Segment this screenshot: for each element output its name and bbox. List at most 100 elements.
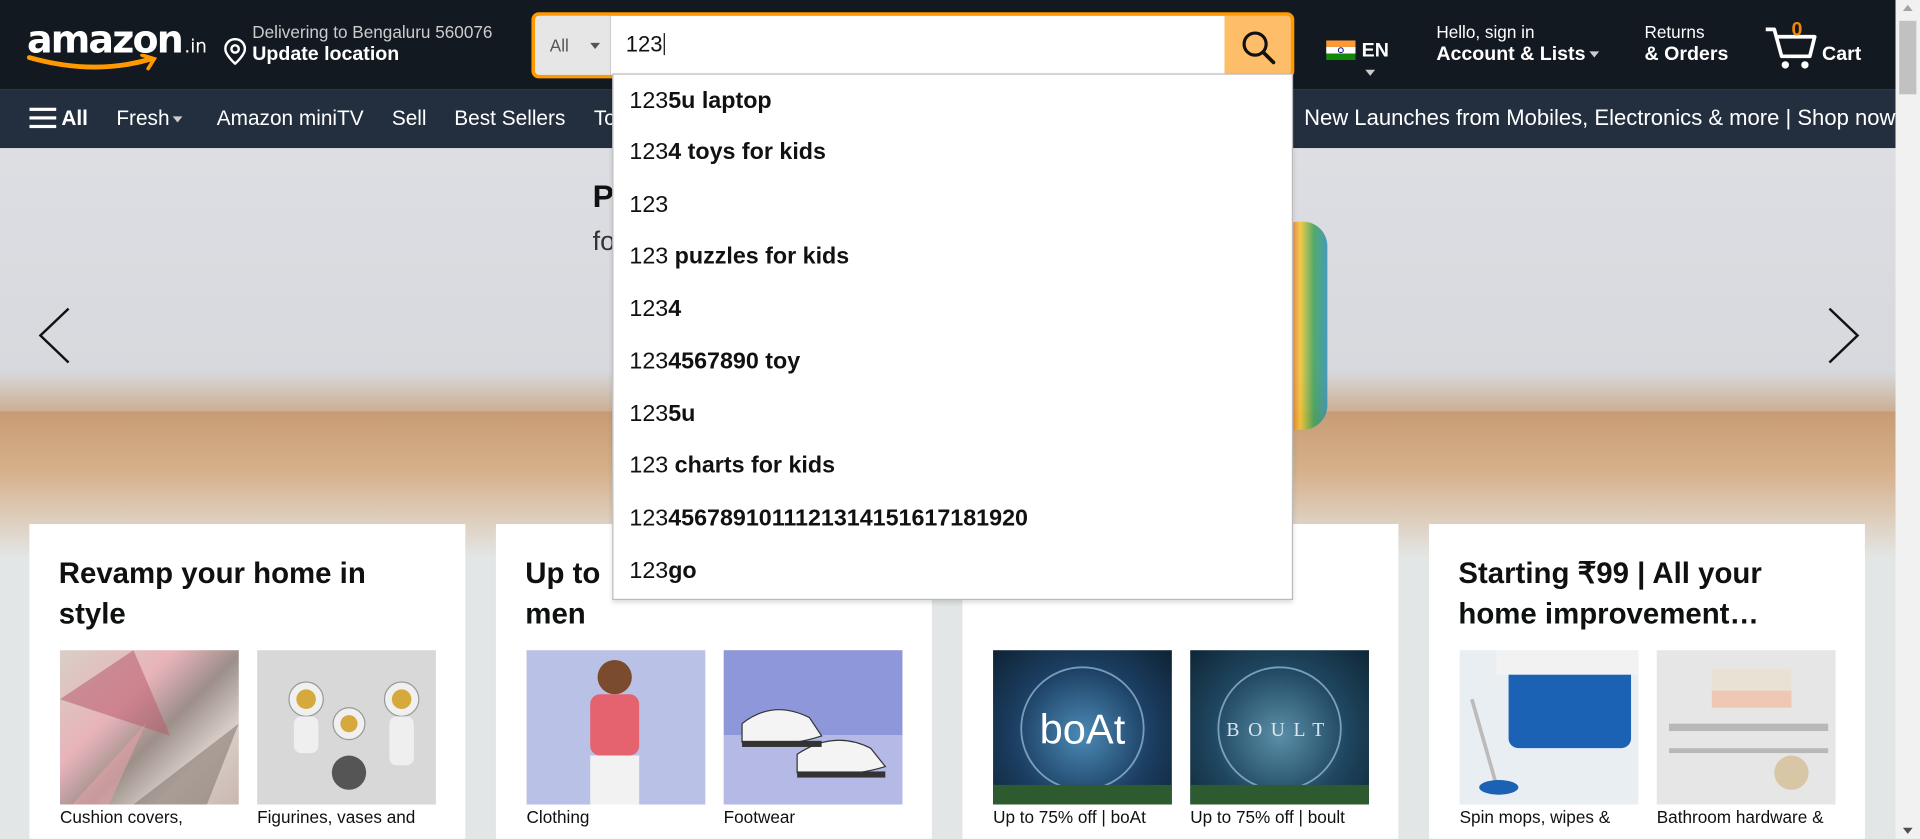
hero-headline: P [592,177,614,215]
tile-image-boat[interactable]: boAt [993,650,1172,805]
boult-brand-icon: BOULT [1190,666,1369,805]
suggestion-item[interactable]: 1234567891011121314151617181920 [613,492,1291,545]
amazon-logo[interactable]: amazon .in [26,17,207,76]
update-location-link[interactable]: Update location [252,44,399,66]
suggestion-completion: 4567890 toy [668,348,801,375]
suggestion-item[interactable]: 1234 [613,283,1291,336]
suggestion-prefix: 123 [629,192,669,218]
tile-label[interactable]: Cushion covers, [60,807,183,827]
card-title: Starting ₹99 | All your home improvement… [1458,557,1762,631]
suggestion-item[interactable]: 1234567890 toy [613,336,1291,389]
search-category-select[interactable]: All [535,15,612,75]
tile-image-mops[interactable] [1459,650,1639,805]
carousel-next-icon[interactable] [1825,306,1862,365]
boult-logo-text: BOULT [1226,720,1332,741]
nav-item-best-sellers[interactable]: Best Sellers [454,107,565,131]
india-flag-icon [1326,40,1356,61]
nav-item-label: Fresh [116,106,170,130]
chevron-down-icon [1589,51,1599,58]
card-home-revamp: Revamp your home in style Cushion covers… [29,524,466,839]
tile-image-cushion[interactable] [60,650,239,805]
nav-item-minitv[interactable]: Amazon miniTV [217,107,364,131]
tile-image-boult[interactable]: BOULT [1190,650,1369,805]
cart-icon [1765,27,1817,69]
text-cursor [663,33,665,56]
logo-suffix: .in [184,35,207,58]
page-scrollbar[interactable] [1895,0,1920,839]
tile-label[interactable]: Figurines, vases and [257,807,415,827]
suggestion-completion: puzzles for kids [668,243,850,270]
returns-orders-link[interactable]: Returns & Orders [1645,22,1729,66]
language-code: EN [1361,40,1389,62]
suggestion-prefix: 123 [629,558,669,585]
rug-pattern-icon [60,650,239,805]
suggestion-completion: 4567891011121314151617181920 [668,505,1028,532]
hamburger-icon [29,107,57,129]
orders-label: & Orders [1644,44,1729,65]
suggestion-prefix: 123 [629,505,669,532]
tile-image-figurines[interactable] [257,650,436,805]
chevron-down-icon [173,116,184,123]
towel-rack-icon [1668,668,1829,790]
scroll-up-icon[interactable] [1902,4,1913,12]
tile-label[interactable]: Spin mops, wipes & [1460,807,1611,827]
suggestion-completion: charts for kids [668,453,836,479]
suggestion-item[interactable]: 1234 toys for kids [613,126,1291,179]
cart-label: Cart [1822,44,1862,65]
suggestion-prefix: 123 [629,296,669,323]
suggestion-prefix: 123 [629,348,669,375]
suggestion-item[interactable]: 123 puzzles for kids [613,230,1291,283]
man-model-icon [590,660,640,805]
delivery-text: Delivering to Bengaluru 560076 [252,22,493,42]
all-menu-button[interactable]: All [29,105,88,131]
carousel-prev-icon[interactable] [37,306,74,365]
suggestion-item[interactable]: 123 charts for kids [613,440,1291,493]
boat-logo-text: boAt [1040,705,1126,752]
chevron-down-icon [1365,69,1376,76]
boat-brand-icon: boAt [993,666,1172,805]
scroll-down-icon[interactable] [1902,827,1913,834]
account-lists-menu[interactable]: Hello, sign in Account & Lists [1436,22,1599,66]
suggestion-completion: 4 [668,296,682,323]
suggestion-item[interactable]: 123go [613,545,1291,598]
cart-count: 0 [1791,19,1803,41]
nav-item-sell[interactable]: Sell [392,107,427,131]
search-icon [1242,31,1276,65]
tile-image-clothing[interactable] [526,650,706,805]
returns-label: Returns [1644,22,1705,42]
tile-label[interactable]: Up to 75% off | boult [1190,807,1345,827]
tile-label[interactable]: Clothing [527,807,590,827]
search-category-label: All [549,35,569,56]
suggestion-prefix: 123 [629,401,669,428]
suggestion-prefix: 123 [629,139,669,166]
card-home-improvement: Starting ₹99 | All your home improvement… [1428,524,1865,839]
tile-label[interactable]: Bathroom hardware & [1657,807,1824,827]
suggestion-prefix: 123 [629,243,669,270]
suggestion-item[interactable]: 123 [613,179,1291,232]
astronaut-figurine-icon [288,681,420,790]
chevron-down-icon [590,42,601,49]
search-input[interactable]: 123 [626,32,665,58]
tile-image-bathroom[interactable] [1656,650,1836,805]
card-title: Revamp your home in style [58,557,366,631]
account-label: Account & Lists [1436,44,1586,65]
suggestion-item[interactable]: 1235u [613,388,1291,441]
suggestion-prefix: 123 [629,453,669,479]
nav-item-fresh[interactable]: Fresh [116,106,184,131]
sneakers-icon [741,709,887,778]
tile-label[interactable]: Up to 75% off | boAt [993,807,1146,827]
suggestion-completion: go [668,558,697,585]
account-greeting: Hello, sign in [1436,22,1535,42]
tile-label[interactable]: Footwear [724,807,795,827]
tile-image-footwear[interactable] [723,650,903,805]
search-button[interactable] [1224,15,1291,75]
promo-banner-link[interactable]: New Launches from Mobiles, Electronics &… [1304,105,1895,131]
suggestion-prefix: 123 [629,88,669,114]
suggestion-completion: 4 toys for kids [668,139,826,166]
spin-mop-icon [1470,650,1639,795]
suggestion-item[interactable]: 1235u laptop [613,75,1291,128]
search-input-value: 123 [625,31,663,57]
cart-button[interactable]: 0 Cart [1763,17,1873,71]
search-bar: All 123 [531,12,1295,79]
scrollbar-thumb[interactable] [1899,20,1917,95]
